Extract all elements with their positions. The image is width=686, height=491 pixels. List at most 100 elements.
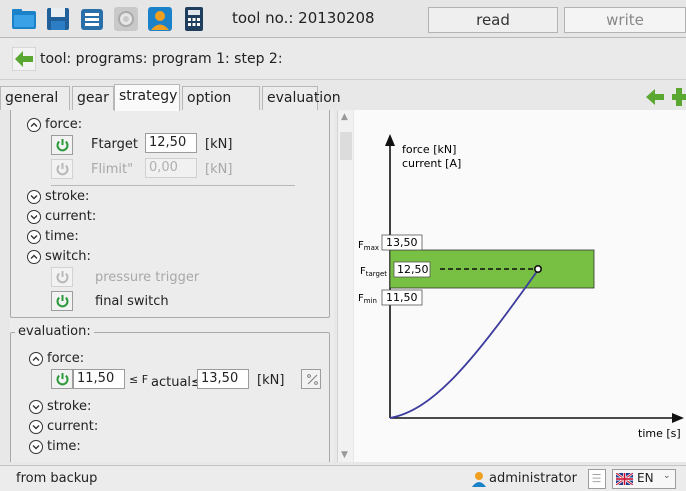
x-axis-arrow-icon <box>672 413 684 423</box>
ftarget-value: 12,50 <box>397 263 429 276</box>
power-icon <box>56 295 69 308</box>
scroll-up-icon[interactable]: ▲ <box>341 112 348 122</box>
pressure-trigger-label: pressure trigger <box>95 270 200 285</box>
chevron-up-icon[interactable] <box>27 118 41 132</box>
chevron-down-icon[interactable] <box>27 230 41 244</box>
main-toolbar: tool no.: 20130208 read write <box>0 0 686 38</box>
chevron-down-icon[interactable] <box>29 420 43 434</box>
back-arrow-icon[interactable] <box>11 46 37 72</box>
eval-current-label: current: <box>47 419 99 434</box>
eval-unit: [kN] <box>257 373 285 388</box>
current-user: administrator <box>489 471 577 486</box>
final-switch-label: final switch <box>95 294 169 309</box>
chevron-down-icon[interactable] <box>27 190 41 204</box>
tool-number-label: tool no.: 20130208 <box>232 9 375 27</box>
chevron-down-icon[interactable] <box>29 440 43 454</box>
chevron-up-icon[interactable] <box>29 352 43 366</box>
force-chart: force [kN] current [A] time [s] Fmax 13,… <box>354 110 686 462</box>
flimit-label: Flimit" <box>91 162 134 177</box>
document-icon[interactable] <box>588 469 606 489</box>
chevron-down-icon: ⌄ <box>663 471 671 481</box>
user-admin-icon[interactable] <box>146 5 174 33</box>
chevron-down-icon[interactable] <box>27 210 41 224</box>
breadcrumb-path: tool: programs: program 1: step 2: <box>40 51 283 67</box>
prev-arrow-icon[interactable] <box>646 89 664 105</box>
eval-force-section-header[interactable]: force: <box>29 349 309 369</box>
power-toggle-ftarget[interactable] <box>51 135 73 155</box>
scroll-down-icon[interactable]: ▼ <box>341 450 348 460</box>
chart-canvas: force [kN] current [A] time [s] Fmax 13,… <box>358 134 684 440</box>
le-f-label: ≤ F <box>129 373 149 386</box>
chevron-up-icon[interactable] <box>27 250 41 264</box>
ftarget-input[interactable]: 12,50 <box>145 133 197 153</box>
scroll-thumb[interactable] <box>340 132 352 160</box>
eval-time-label: time: <box>47 439 81 454</box>
settings-gear-icon[interactable] <box>112 5 140 33</box>
current-section-header[interactable]: current: <box>27 207 307 227</box>
read-button[interactable]: read <box>428 7 558 33</box>
flimit-input[interactable]: 0,00 <box>145 158 197 178</box>
tab-nav-arrows <box>644 86 686 108</box>
power-toggle-eval-force[interactable] <box>51 369 73 389</box>
eval-current-section-header[interactable]: current: <box>29 417 309 437</box>
strategy-group: force: Ftarget 12,50 [kN] Flimit" 0,00 [… <box>10 110 330 318</box>
ftarget-unit: [kN] <box>205 137 233 152</box>
evaluation-group: evaluation: force: 11,50 ≤ F actual≤ 13,… <box>10 324 330 462</box>
folder-open-icon[interactable] <box>10 5 38 33</box>
power-icon <box>56 271 69 284</box>
vertical-scrollbar[interactable]: ▲ ▼ <box>337 110 353 462</box>
percent-toggle[interactable] <box>301 369 321 389</box>
language-select[interactable]: EN ⌄ <box>612 469 676 489</box>
y-axis-arrow-icon <box>385 134 395 146</box>
status-text: from backup <box>16 471 98 486</box>
time-section-header[interactable]: time: <box>27 227 307 247</box>
ftarget-label: Ftarget <box>360 266 387 278</box>
flimit-unit: [kN] <box>205 162 233 177</box>
strategy-panel: force: Ftarget 12,50 [kN] Flimit" 0,00 [… <box>10 110 334 462</box>
power-toggle-final-switch[interactable] <box>51 291 73 311</box>
save-icon[interactable] <box>44 5 72 33</box>
force-section-header[interactable]: force: <box>27 115 307 135</box>
eval-time-section-header[interactable]: time: <box>29 437 309 457</box>
power-icon <box>56 163 69 176</box>
tab-bar: general gear strategy option evaluation <box>0 84 686 111</box>
target-point <box>534 265 543 274</box>
divider <box>51 185 295 186</box>
stroke-section-header[interactable]: stroke: <box>27 187 307 207</box>
y-axis-label-1: force [kN] <box>402 143 456 156</box>
tab-gear[interactable]: gear <box>72 86 114 110</box>
add-plus-icon[interactable] <box>672 88 686 106</box>
write-button[interactable]: write <box>564 7 686 33</box>
evaluation-legend: evaluation: <box>15 324 94 339</box>
breadcrumb: tool: programs: program 1: step 2: <box>0 38 686 80</box>
switch-section-header[interactable]: switch: <box>27 247 307 267</box>
eval-stroke-label: stroke: <box>47 399 92 414</box>
chevron-down-icon[interactable] <box>29 400 43 414</box>
fmin-label: Fmin <box>358 293 377 305</box>
tab-option[interactable]: option <box>182 86 260 110</box>
current-label: current: <box>45 209 97 224</box>
stroke-label: stroke: <box>45 189 90 204</box>
tab-general[interactable]: general <box>0 86 70 110</box>
force-label: force: <box>45 117 83 132</box>
user-icon <box>472 472 486 487</box>
eval-max-input[interactable]: 13,50 <box>197 369 249 389</box>
switch-label: switch: <box>45 249 91 264</box>
actual-le-label: actual≤ <box>151 375 202 390</box>
calculator-icon[interactable] <box>180 5 208 33</box>
tab-strategy[interactable]: strategy <box>114 84 180 111</box>
status-bar: from backup administrator EN ⌄ <box>0 465 686 491</box>
uk-flag-icon <box>616 473 633 485</box>
power-toggle-flimit[interactable] <box>51 159 73 179</box>
time-label: time: <box>45 229 79 244</box>
eval-stroke-section-header[interactable]: stroke: <box>29 397 309 417</box>
tab-evaluation[interactable]: evaluation <box>262 86 341 110</box>
fmax-label: Fmax <box>358 240 379 252</box>
y-axis-label-2: current [A] <box>402 157 461 170</box>
fmax-value: 13,50 <box>386 236 418 249</box>
print-icon[interactable] <box>78 5 106 33</box>
eval-min-input[interactable]: 11,50 <box>73 369 125 389</box>
eval-force-label: force: <box>47 351 85 366</box>
power-icon <box>56 373 69 386</box>
power-toggle-pressure-trigger[interactable] <box>51 267 73 287</box>
